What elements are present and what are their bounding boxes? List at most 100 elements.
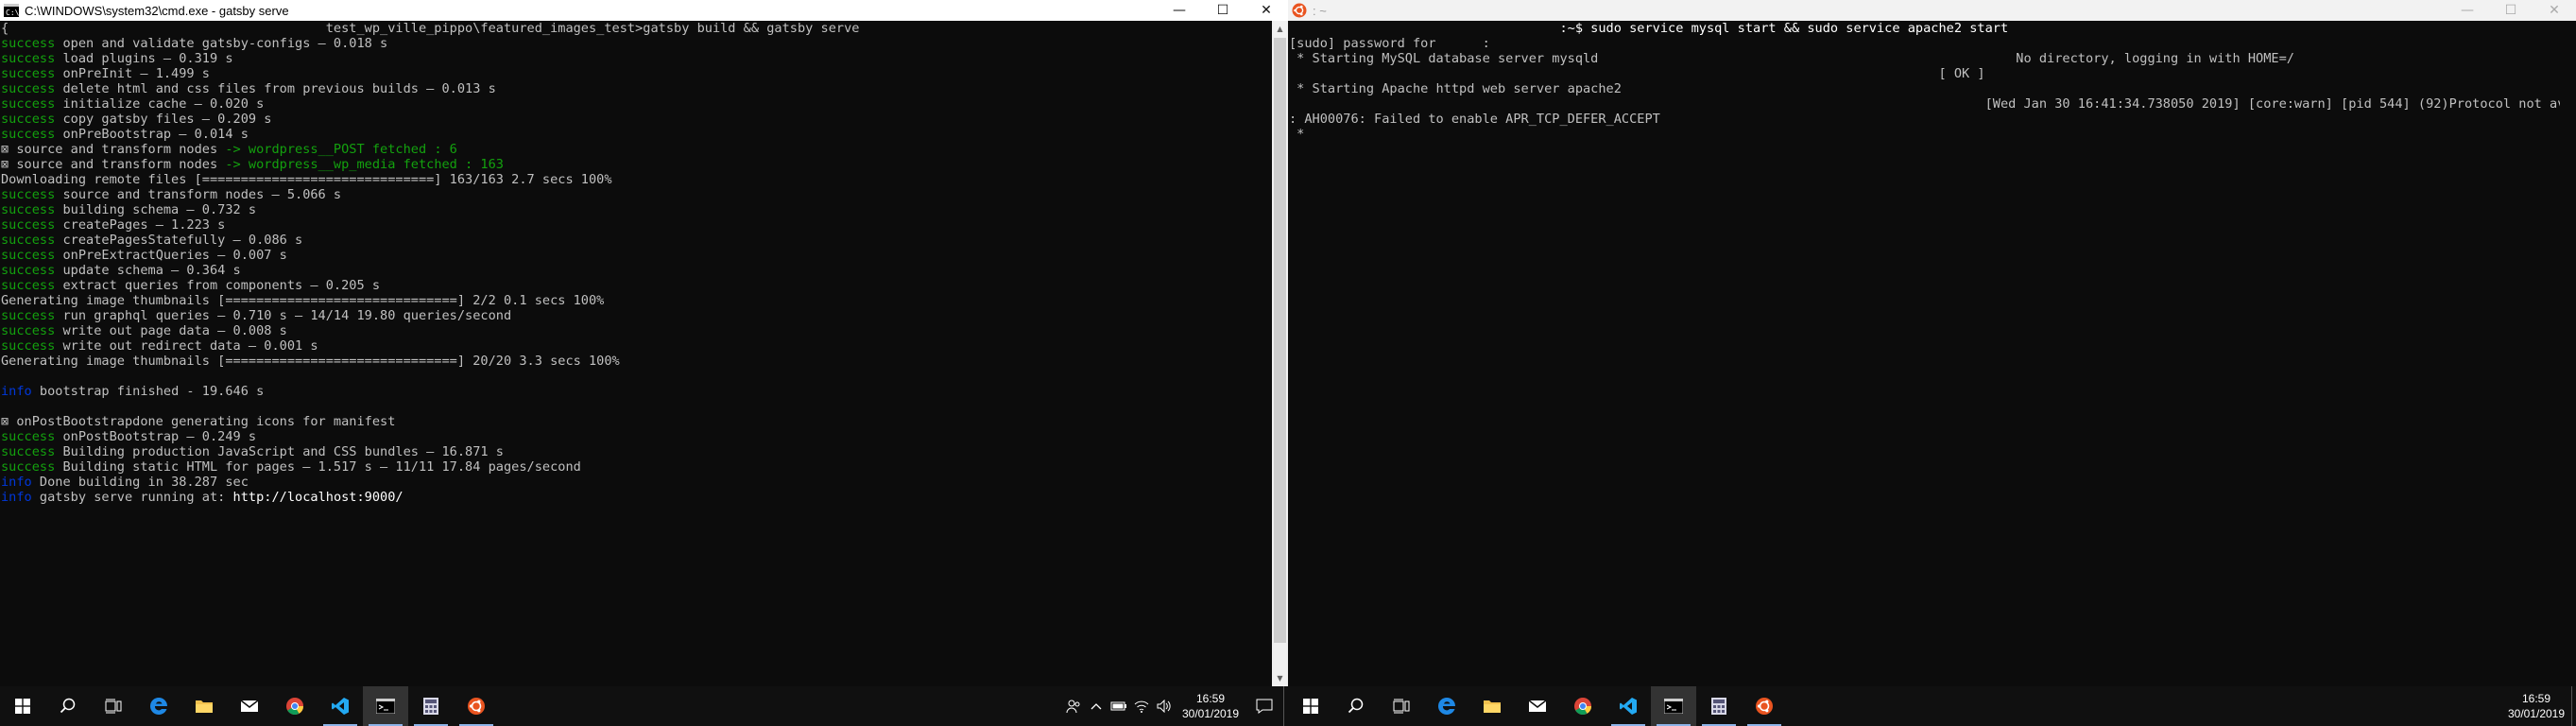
clock-date: 30/01/2019	[1181, 707, 1240, 720]
svg-text:C:\: C:\	[6, 9, 19, 17]
maximize-button[interactable]: ☐	[1201, 0, 1245, 21]
terminal-line: success onPreExtractQueries — 0.007 s	[1, 248, 1272, 263]
terminal-output[interactable]: :~$ sudo service mysql start && sudo ser…	[1288, 21, 2560, 686]
terminal-text: extract queries from components — 0.205 …	[55, 278, 381, 293]
terminal-text: Building static HTML for pages — 1.517 s…	[55, 459, 581, 475]
terminal-line: success source and transform nodes — 5.0…	[1, 187, 1272, 202]
taskbar-clock[interactable]: 16:59 30/01/2019	[2501, 691, 2571, 721]
file-explorer-button[interactable]	[1469, 686, 1515, 726]
terminal-line: success Building production JavaScript a…	[1, 444, 1272, 459]
search-button[interactable]	[45, 686, 91, 726]
volume-button[interactable]	[1153, 686, 1176, 726]
terminal-line: success createPagesStatefully — 0.086 s	[1, 233, 1272, 248]
terminal-output[interactable]: { test_wp_ville_pippo\featured_images_te…	[0, 21, 1272, 686]
show-desktop-button[interactable]	[2571, 686, 2576, 726]
scroll-up-arrow-icon[interactable]: ▲	[1272, 21, 1288, 37]
terminal-line: info bootstrap finished - 19.646 s	[1, 384, 1272, 399]
terminal-line: * Starting MySQL database server mysqld …	[1289, 51, 2560, 66]
terminal-text: success	[1, 81, 56, 96]
minimize-button[interactable]: —	[1158, 0, 1201, 21]
terminal-text: gatsby serve running at:	[31, 490, 233, 505]
maximize-button[interactable]: ☐	[2489, 0, 2533, 21]
system-tray: 16:59 30/01/2019	[1062, 686, 1288, 726]
terminal-line: Downloading remote files [==============…	[1, 172, 1272, 187]
terminal-line: [ OK ]	[1289, 66, 2560, 81]
edge-button[interactable]	[136, 686, 181, 726]
file-explorer-button[interactable]	[181, 686, 227, 726]
close-button[interactable]: ✕	[1245, 0, 1288, 21]
clock-time: 16:59	[1195, 692, 1226, 705]
terminal-text: success	[1, 233, 56, 248]
terminal-text: Generating image thumbnails [===========…	[1, 293, 605, 308]
people-button[interactable]	[1062, 686, 1085, 726]
cmd-taskbar-button[interactable]	[363, 686, 408, 726]
terminal-text: copy gatsby files — 0.209 s	[55, 112, 272, 127]
terminal-line: success createPages — 1.223 s	[1, 217, 1272, 233]
vscode-button[interactable]	[1606, 686, 1651, 726]
terminal-text: onPreBootstrap — 0.014 s	[55, 127, 249, 142]
minimize-button[interactable]: —	[2446, 0, 2489, 21]
terminal-text: info	[1, 490, 32, 505]
clock-date: 30/01/2019	[2507, 707, 2566, 720]
scroll-thumb[interactable]	[1274, 38, 1286, 643]
battery-button[interactable]	[1108, 686, 1130, 726]
terminal-text: success	[1, 248, 56, 263]
terminal-line: ⊠ source and transform nodes -> wordpres…	[1, 142, 1272, 157]
wifi-button[interactable]	[1130, 686, 1153, 726]
terminal-text: success	[1, 278, 56, 293]
scroll-down-arrow-icon[interactable]: ▼	[1272, 670, 1288, 686]
terminal-text: success	[1, 459, 56, 475]
task-view-button[interactable]	[1379, 686, 1424, 726]
notification-icon	[1256, 699, 1273, 714]
cmd-window[interactable]: C:\ C:\WINDOWS\system32\cmd.exe - gatsby…	[0, 0, 1288, 686]
start-button[interactable]	[1288, 686, 1333, 726]
mail-button[interactable]	[227, 686, 272, 726]
calculator-button[interactable]	[408, 686, 454, 726]
windows-logo-icon	[15, 699, 30, 714]
close-button[interactable]: ✕	[2533, 0, 2576, 21]
show-hidden-icons-button[interactable]	[1085, 686, 1108, 726]
cmd-icon	[376, 699, 395, 714]
terminal-text: success	[1, 127, 56, 142]
taskbar-clock[interactable]: 16:59 30/01/2019	[1176, 691, 1245, 721]
search-button[interactable]	[1333, 686, 1379, 726]
ubuntu-button[interactable]	[1742, 686, 1787, 726]
terminal-line: success delete html and css files from p…	[1, 81, 1272, 96]
edge-button[interactable]	[1424, 686, 1469, 726]
cmd-taskbar-button[interactable]	[1651, 686, 1696, 726]
ubuntu-terminal-window[interactable]: : ~ — ☐ ✕ :~$ sudo service mysql start &…	[1288, 0, 2576, 686]
mail-button[interactable]	[1515, 686, 1560, 726]
terminal-line: success building schema — 0.732 s	[1, 202, 1272, 217]
terminal-text: update schema — 0.364 s	[55, 263, 241, 278]
vertical-scrollbar[interactable]: ▲ ▼	[1272, 21, 1288, 686]
terminal-text: source and transform nodes — 5.066 s	[55, 187, 342, 202]
vscode-button[interactable]	[318, 686, 363, 726]
task-view-icon	[1393, 699, 1410, 714]
terminal-text: Done building in 38.287 sec	[31, 475, 249, 490]
file-explorer-icon	[196, 700, 213, 713]
chevron-up-icon	[1091, 703, 1102, 710]
file-explorer-icon	[1484, 700, 1501, 713]
terminal-text: -> wordpress__POST fetched : 6	[225, 142, 457, 157]
action-center-button[interactable]	[1245, 686, 1283, 726]
chrome-button[interactable]	[1560, 686, 1606, 726]
terminal-line: success copy gatsby files — 0.209 s	[1, 112, 1272, 127]
window-title: C:\WINDOWS\system32\cmd.exe - gatsby ser…	[25, 3, 289, 18]
terminal-text: info	[1, 475, 32, 490]
terminal-text: onPreExtractQueries — 0.007 s	[55, 248, 287, 263]
ubuntu-titlebar[interactable]: : ~ — ☐ ✕	[1288, 0, 2576, 21]
terminal-text: run graphql queries — 0.710 s — 14/14 19…	[55, 308, 512, 323]
terminal-text: success	[1, 429, 56, 444]
calculator-button[interactable]	[1696, 686, 1742, 726]
chrome-button[interactable]	[272, 686, 318, 726]
task-view-button[interactable]	[91, 686, 136, 726]
terminal-line: success onPostBootstrap — 0.249 s	[1, 429, 1272, 444]
cmd-titlebar[interactable]: C:\ C:\WINDOWS\system32\cmd.exe - gatsby…	[0, 0, 1288, 21]
terminal-line: Generating image thumbnails [===========…	[1, 293, 1272, 308]
terminal-line: success open and validate gatsby-configs…	[1, 36, 1272, 51]
ubuntu-button[interactable]	[454, 686, 499, 726]
terminal-line: success Building static HTML for pages —…	[1, 459, 1272, 475]
terminal-text: initialize cache — 0.020 s	[55, 96, 265, 112]
start-button[interactable]	[0, 686, 45, 726]
